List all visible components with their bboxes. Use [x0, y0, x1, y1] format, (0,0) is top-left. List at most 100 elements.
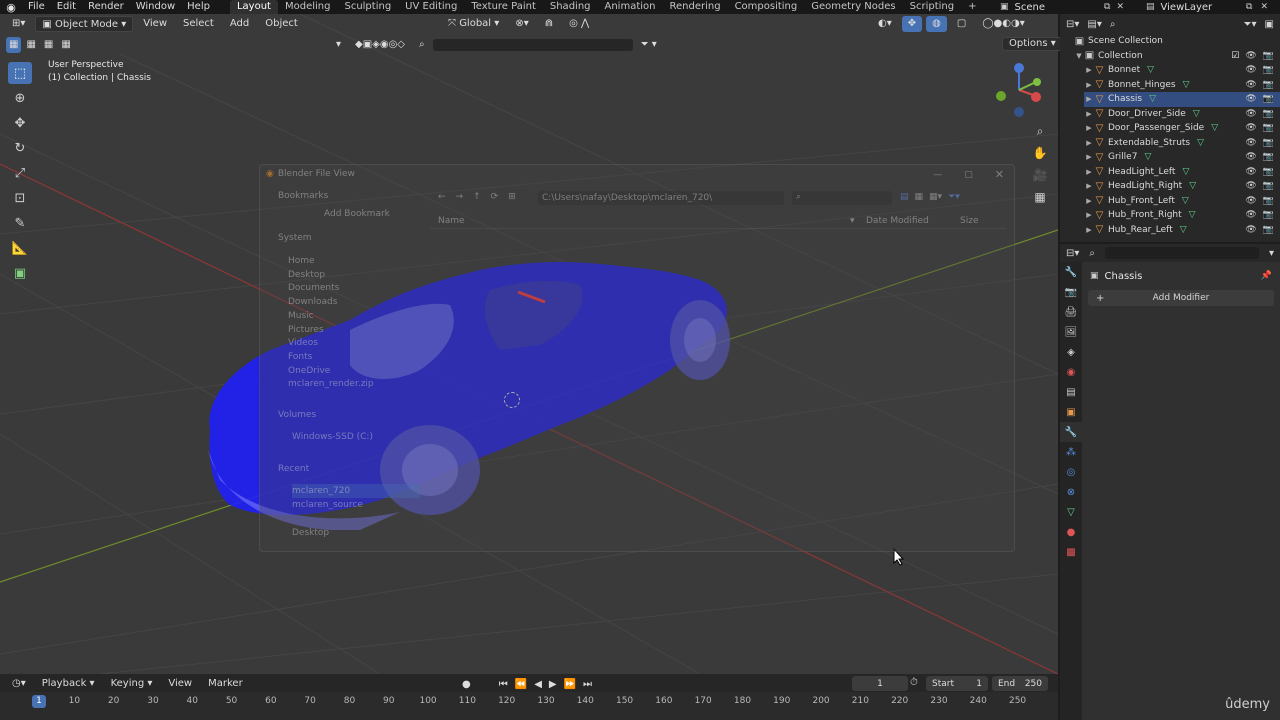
menu-render[interactable]: Render	[82, 0, 130, 14]
back-icon[interactable]: ←	[438, 192, 446, 202]
expand-arrow-icon[interactable]: ▶	[1084, 168, 1094, 176]
display-mode-icon[interactable]: ▤▾	[1087, 19, 1101, 30]
system-item-onedrive[interactable]: OneDrive	[288, 365, 420, 379]
view-layer-tab-icon[interactable]: 🖼	[1060, 322, 1082, 342]
add-workspace-button[interactable]: +	[961, 0, 983, 14]
mesh-data-icon[interactable]: ▽	[1197, 138, 1204, 148]
tab-uv-editing[interactable]: UV Editing	[398, 0, 464, 14]
xray-icon[interactable]: ▢	[951, 16, 972, 32]
texture-tab-icon[interactable]: ▩	[1060, 542, 1082, 562]
copy-viewlayer-icon[interactable]: ⧉	[1246, 2, 1252, 12]
system-item-documents[interactable]: Documents	[288, 282, 420, 296]
expand-arrow-icon[interactable]: ▶	[1084, 182, 1094, 190]
tab-rendering[interactable]: Rendering	[662, 0, 727, 14]
outliner-item[interactable]: ▶ ▽ Bonnet ▽ 👁 📷	[1084, 63, 1280, 78]
start-frame-field[interactable]: Start 1	[926, 676, 988, 691]
visibility-icon[interactable]: ◐▾	[872, 16, 898, 32]
viewlayer-selector[interactable]: ▤ ViewLayer	[1146, 0, 1212, 14]
physics-tab-icon[interactable]: ◎	[1060, 462, 1082, 482]
eye-icon[interactable]: 👁	[1245, 123, 1256, 133]
shading-modes-icon[interactable]: ◯●◐◑▾	[976, 16, 1030, 32]
current-frame-field[interactable]: 1	[852, 676, 908, 691]
expand-arrow-icon[interactable]: ▶	[1084, 211, 1094, 219]
add-bookmark-button[interactable]: Add Bookmark	[324, 209, 420, 219]
mesh-data-icon[interactable]: ▽	[1182, 196, 1189, 206]
outliner-item[interactable]: ▶ ▽ Hub_Front_Left ▽ 👁 📷	[1084, 194, 1280, 209]
play-icon[interactable]: ▶	[549, 679, 557, 690]
close-icon[interactable]: ✕	[995, 168, 1004, 181]
measure-tool-icon[interactable]: 📐	[8, 237, 32, 259]
expand-arrow-icon[interactable]: ▶	[1084, 124, 1094, 132]
mesh-data-icon[interactable]: ▽	[1144, 152, 1151, 162]
scene-selector[interactable]: ▣ Scene	[1000, 0, 1045, 14]
eye-icon[interactable]: 👁	[1245, 152, 1256, 162]
tab-texture-paint[interactable]: Texture Paint	[464, 0, 543, 14]
menu-window[interactable]: Window	[130, 0, 181, 14]
recent-item[interactable]: Desktop	[292, 526, 420, 540]
expand-arrow-icon[interactable]: ▶	[1084, 81, 1094, 89]
next-keyframe-icon[interactable]: ⏩	[564, 679, 576, 690]
tab-sculpting[interactable]: Sculpting	[337, 0, 398, 14]
new-folder-icon[interactable]: ⊞	[508, 192, 516, 202]
collection-row[interactable]: ▼ ▣ Collection ☑ 👁 📷	[1074, 49, 1280, 64]
camera-icon[interactable]: 📷	[1263, 138, 1274, 148]
rotate-tool-icon[interactable]: ↻	[8, 137, 32, 159]
pin-icon[interactable]: 📌	[1261, 271, 1272, 281]
output-tab-icon[interactable]: 🖨	[1060, 302, 1082, 322]
camera-icon[interactable]: 📷	[1263, 167, 1274, 177]
cursor-tool-icon[interactable]: ⊕	[8, 87, 32, 109]
constraints-tab-icon[interactable]: ⊗	[1060, 482, 1082, 502]
eye-icon[interactable]: 👁	[1245, 80, 1256, 90]
render-tab-icon[interactable]: 📷	[1060, 282, 1082, 302]
menu-keying[interactable]: Keying ▾	[105, 676, 159, 692]
outliner-item[interactable]: ▶ ▽ Grille7 ▽ 👁 📷	[1084, 150, 1280, 165]
mesh-data-icon[interactable]: ▽	[1183, 80, 1190, 90]
mode-selector[interactable]: ▣ Object Mode ▾	[35, 16, 134, 32]
system-item-videos[interactable]: Videos	[288, 337, 420, 351]
mesh-data-icon[interactable]: ▽	[1147, 65, 1154, 75]
end-frame-field[interactable]: End 250	[992, 676, 1048, 691]
chevron-down-icon[interactable]: ▾	[1269, 248, 1274, 259]
camera-icon[interactable]: 📷	[1263, 51, 1274, 61]
editor-type-icon[interactable]: ⊟▾	[1066, 19, 1079, 30]
minimize-icon[interactable]: —	[933, 170, 942, 180]
checkbox-icon[interactable]: ☑	[1231, 51, 1239, 61]
jump-end-icon[interactable]: ⏭	[583, 679, 592, 690]
copy-scene-icon[interactable]: ⧉	[1104, 2, 1110, 12]
editor-type-icon[interactable]: ⊟▾	[1066, 248, 1079, 259]
viewport-search-input[interactable]	[432, 39, 633, 51]
object-tab-icon[interactable]: ▣	[1060, 402, 1082, 422]
transform-tool-icon[interactable]: ⊡	[8, 187, 32, 209]
editor-type-icon[interactable]: ⊞▾	[6, 16, 31, 32]
collection-tab-icon[interactable]: ▤	[1060, 382, 1082, 402]
annotate-tool-icon[interactable]: ✎	[8, 212, 32, 234]
eye-icon[interactable]: 👁	[1245, 94, 1256, 104]
search-icon[interactable]: ⌕	[1110, 19, 1116, 30]
system-item-music[interactable]: Music	[288, 310, 420, 324]
recent-item[interactable]: mclaren_source	[292, 498, 420, 512]
thumbnail-view-icon[interactable]: ▦	[915, 192, 924, 202]
system-item-zip[interactable]: mclaren_render.zip	[288, 378, 420, 392]
editor-type-icon[interactable]: ◷▾	[6, 676, 32, 692]
gizmo-icon[interactable]: ✥	[901, 16, 923, 32]
menu-edit[interactable]: Edit	[51, 0, 82, 14]
list-view-icon[interactable]: ▤	[900, 192, 909, 202]
column-name[interactable]: Name	[438, 216, 465, 226]
system-item-home[interactable]: Home	[288, 255, 420, 269]
tab-modeling[interactable]: Modeling	[278, 0, 338, 14]
mesh-data-icon[interactable]: ▽	[1193, 109, 1200, 119]
system-item-pictures[interactable]: Pictures	[288, 324, 420, 338]
overlays-icon[interactable]: ◍	[926, 16, 947, 32]
tab-animation[interactable]: Animation	[598, 0, 663, 14]
stopwatch-icon[interactable]: ⏱	[910, 677, 918, 688]
ortho-grid-icon[interactable]: ▦	[1029, 186, 1051, 208]
expand-arrow-icon[interactable]: ▶	[1084, 153, 1094, 161]
chevron-down-icon[interactable]: ▾	[330, 37, 347, 53]
system-item-fonts[interactable]: Fonts	[288, 351, 420, 365]
add-modifier-button[interactable]: + Add Modifier	[1088, 290, 1274, 306]
eye-icon[interactable]: 👁	[1245, 51, 1256, 61]
eye-icon[interactable]: 👁	[1245, 65, 1256, 75]
tab-scripting[interactable]: Scripting	[903, 0, 961, 14]
camera-icon[interactable]: 📷	[1263, 123, 1274, 133]
camera-icon[interactable]: 📷	[1263, 225, 1274, 235]
